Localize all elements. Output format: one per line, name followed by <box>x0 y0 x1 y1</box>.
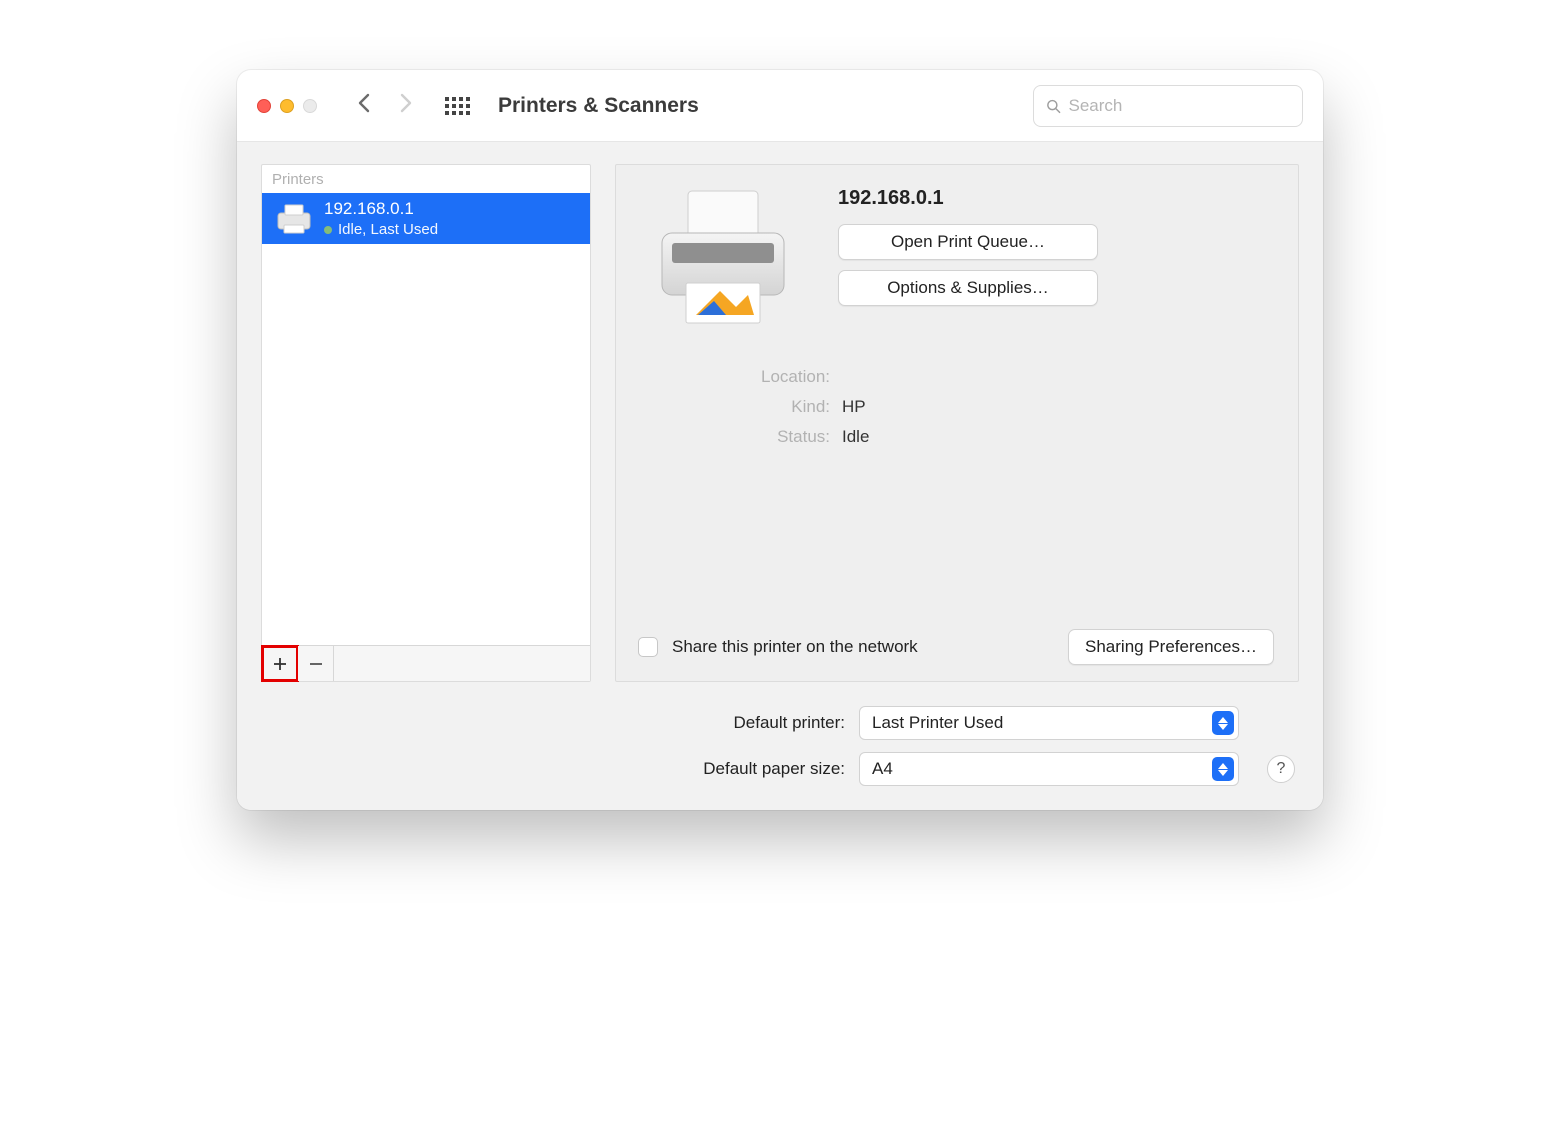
add-printer-button[interactable] <box>262 646 298 681</box>
search-input[interactable] <box>1069 96 1290 116</box>
select-arrows-icon <box>1212 711 1234 735</box>
minus-icon <box>309 657 323 671</box>
remove-printer-button[interactable] <box>298 646 334 681</box>
default-printer-label: Default printer: <box>734 713 846 733</box>
printer-list-item[interactable]: 192.168.0.1 Idle, Last Used <box>262 193 590 244</box>
detail-top: 192.168.0.1 Open Print Queue… Options & … <box>638 183 1274 333</box>
grid-icon <box>445 97 470 115</box>
printer-list-panel: Printers 192.168.0.1 Idle, Last Us <box>261 164 591 682</box>
search-field[interactable] <box>1033 85 1303 127</box>
minimize-window-button[interactable] <box>280 99 294 113</box>
close-window-button[interactable] <box>257 99 271 113</box>
share-row: Share this printer on the network Sharin… <box>638 599 1274 665</box>
page-title: Printers & Scanners <box>498 94 699 118</box>
printer-info-grid: Location: Kind: HP Status: Idle <box>650 367 1274 447</box>
printer-icon <box>274 201 314 237</box>
printer-list-footer <box>262 645 590 681</box>
status-dot-icon <box>324 226 332 234</box>
titlebar: Printers & Scanners <box>237 70 1323 142</box>
location-value <box>842 367 1274 387</box>
sharing-preferences-button[interactable]: Sharing Preferences… <box>1068 629 1274 665</box>
status-label: Status: <box>650 427 830 447</box>
help-button[interactable]: ? <box>1267 755 1295 783</box>
show-all-button[interactable] <box>435 97 484 115</box>
location-label: Location: <box>650 367 830 387</box>
upper-row: Printers 192.168.0.1 Idle, Last Us <box>261 164 1299 682</box>
printer-list-header: Printers <box>262 165 590 193</box>
printer-large-icon <box>648 183 798 333</box>
bottom-settings: Default printer: Last Printer Used Defau… <box>261 706 1299 786</box>
share-printer-checkbox[interactable] <box>638 637 658 657</box>
footer-filler <box>334 646 590 681</box>
search-icon <box>1046 98 1061 114</box>
status-value: Idle <box>842 427 1274 447</box>
default-printer-select[interactable]: Last Printer Used <box>859 706 1239 740</box>
default-paper-label: Default paper size: <box>703 759 845 779</box>
default-paper-value: A4 <box>872 759 893 779</box>
kind-label: Kind: <box>650 397 830 417</box>
preferences-window: Printers & Scanners Printers <box>237 70 1323 810</box>
printer-list: 192.168.0.1 Idle, Last Used <box>262 193 590 645</box>
plus-icon <box>273 657 287 671</box>
detail-title: 192.168.0.1 <box>838 187 1274 210</box>
open-print-queue-button[interactable]: Open Print Queue… <box>838 224 1098 260</box>
window-controls <box>257 99 317 113</box>
back-button[interactable] <box>349 92 378 120</box>
content-area: Printers 192.168.0.1 Idle, Last Us <box>237 142 1323 810</box>
printer-name: 192.168.0.1 <box>324 199 438 219</box>
printer-large-icon-wrap <box>638 183 808 333</box>
printer-detail-panel: 192.168.0.1 Open Print Queue… Options & … <box>615 164 1299 682</box>
default-paper-select[interactable]: A4 <box>859 752 1239 786</box>
kind-value: HP <box>842 397 1274 417</box>
share-printer-label: Share this printer on the network <box>672 637 1054 657</box>
options-supplies-button[interactable]: Options & Supplies… <box>838 270 1098 306</box>
maximize-window-button[interactable] <box>303 99 317 113</box>
forward-button[interactable] <box>392 92 421 120</box>
default-printer-value: Last Printer Used <box>872 713 1003 733</box>
printer-status: Idle, Last Used <box>338 221 438 238</box>
select-arrows-icon <box>1212 757 1234 781</box>
